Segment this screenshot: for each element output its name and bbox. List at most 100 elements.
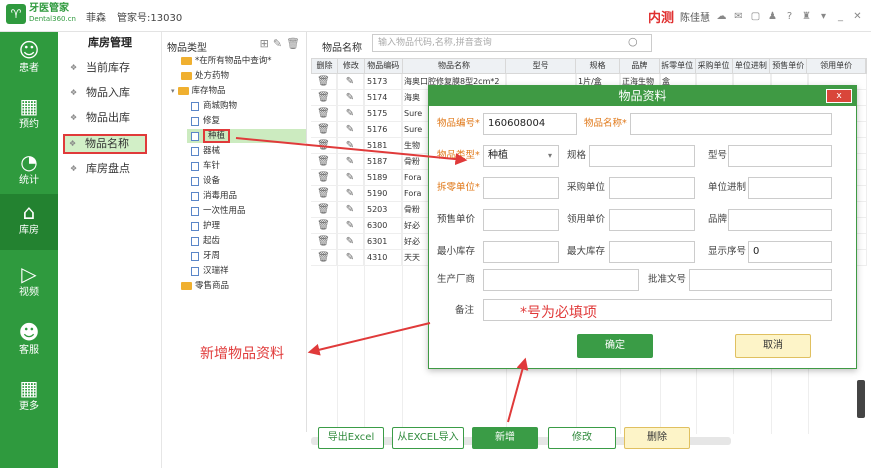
dropdown-icon[interactable]: ▾: [818, 11, 829, 22]
tree-node[interactable]: 处方药物: [181, 69, 229, 83]
tree-node[interactable]: 修复: [191, 114, 220, 128]
search-input[interactable]: 输入物品代码,名称,拼音查询: [372, 34, 652, 52]
edit-icon[interactable]: ✎: [337, 218, 364, 233]
model-input[interactable]: [728, 145, 832, 167]
delete-category-icon[interactable]: 🗑: [286, 37, 300, 50]
delete-icon[interactable]: 🗑: [311, 106, 337, 121]
nav-patients[interactable]: ☺ 患者: [0, 32, 58, 88]
edit-category-icon[interactable]: ✎: [273, 37, 282, 50]
minimize-icon[interactable]: _: [835, 11, 846, 22]
delete-icon[interactable]: 🗑: [311, 234, 337, 249]
code-input[interactable]: 160608004: [483, 113, 577, 135]
search-icon[interactable]: ○: [628, 35, 638, 48]
export-excel-button[interactable]: 导出Excel: [318, 427, 384, 449]
submenu-current-stock[interactable]: ❖ 当前库存: [66, 58, 152, 78]
col-header[interactable]: 删除: [312, 59, 338, 73]
approval-input[interactable]: [689, 269, 832, 291]
tree-node[interactable]: 一次性用品: [191, 204, 246, 218]
col-header[interactable]: 物品编码: [365, 59, 403, 73]
delete-icon[interactable]: 🗑: [311, 202, 337, 217]
nav-more[interactable]: ▦ 更多: [0, 370, 58, 426]
order-input[interactable]: 0: [748, 241, 832, 263]
type-select[interactable]: 种植 ▾: [483, 145, 559, 167]
delete-icon[interactable]: 🗑: [311, 90, 337, 105]
delete-icon[interactable]: 🗑: [311, 218, 337, 233]
brand-input[interactable]: [728, 209, 832, 231]
add-item-button[interactable]: 新增: [472, 427, 538, 449]
spec-input[interactable]: [589, 145, 695, 167]
delete-icon[interactable]: 🗑: [311, 122, 337, 137]
col-header[interactable]: 修改: [338, 59, 365, 73]
delete-item-button[interactable]: 删除: [624, 427, 690, 449]
unit-ratio-input[interactable]: [748, 177, 832, 199]
tree-node-selected[interactable]: 种植: [187, 129, 306, 143]
tree-node[interactable]: 汉瑞祥: [191, 264, 229, 278]
submenu-item-names[interactable]: ❖ 物品名称: [63, 134, 147, 154]
max-stock-input[interactable]: [609, 241, 695, 263]
edit-icon[interactable]: ✎: [337, 90, 364, 105]
nav-warehouse[interactable]: ⌂ 库房: [0, 194, 58, 250]
delete-icon[interactable]: 🗑: [311, 154, 337, 169]
tree-node[interactable]: 器械: [191, 144, 220, 158]
cancel-button[interactable]: 取消: [735, 334, 811, 358]
tree-node[interactable]: 护理: [191, 219, 220, 233]
col-header[interactable]: 单位进制: [733, 59, 771, 73]
edit-icon[interactable]: ✎: [337, 250, 364, 265]
nav-appointments[interactable]: ▦ 预约: [0, 88, 58, 144]
tree-node[interactable]: 消毒用品: [191, 189, 237, 203]
nav-support[interactable]: ☻ 客服: [0, 314, 58, 370]
delete-icon[interactable]: 🗑: [311, 186, 337, 201]
purchase-unit-input[interactable]: [609, 177, 695, 199]
help-icon[interactable]: ?: [784, 11, 795, 22]
close-icon[interactable]: ✕: [852, 11, 863, 22]
col-header[interactable]: 品牌: [620, 59, 660, 73]
col-header[interactable]: 领用单价: [807, 59, 867, 73]
submenu-stock-out[interactable]: ❖ 物品出库: [66, 108, 152, 128]
tree-node[interactable]: 牙周: [191, 249, 220, 263]
message-icon[interactable]: ✉: [733, 11, 744, 22]
col-header[interactable]: 预售单价: [770, 59, 808, 73]
delete-icon[interactable]: 🗑: [311, 250, 337, 265]
nav-statistics[interactable]: ◔ 统计: [0, 144, 58, 200]
username[interactable]: 陈佳慧: [680, 9, 710, 24]
edit-icon[interactable]: ✎: [337, 138, 364, 153]
tree-node[interactable]: 车针: [191, 159, 220, 173]
tree-node[interactable]: ▾ 库存物品: [171, 84, 226, 98]
col-header[interactable]: 型号: [506, 59, 577, 73]
chat-icon[interactable]: ☁: [716, 11, 727, 22]
submenu-inventory-check[interactable]: ❖ 库房盘点: [66, 159, 152, 179]
tree-node[interactable]: *在所有物品中查询*: [181, 54, 272, 68]
shirt-icon[interactable]: ♜: [801, 11, 812, 22]
side-scroll-handle[interactable]: [857, 380, 865, 418]
import-excel-button[interactable]: 从EXCEL导入: [392, 427, 464, 449]
edit-icon[interactable]: ✎: [337, 122, 364, 137]
bell-icon[interactable]: ♟: [767, 11, 778, 22]
delete-icon[interactable]: 🗑: [311, 138, 337, 153]
delete-icon[interactable]: 🗑: [311, 74, 337, 89]
submenu-stock-in[interactable]: ❖ 物品入库: [66, 83, 152, 103]
name-input[interactable]: [630, 113, 832, 135]
screen-icon[interactable]: ▢: [750, 11, 761, 22]
use-price-input[interactable]: [609, 209, 695, 231]
col-header[interactable]: 拆零单位: [660, 59, 696, 73]
collapse-icon[interactable]: ▾: [171, 84, 175, 98]
delete-icon[interactable]: 🗑: [311, 170, 337, 185]
edit-item-button[interactable]: 修改: [548, 427, 616, 449]
min-stock-input[interactable]: [483, 241, 559, 263]
tree-node[interactable]: 起齿: [191, 234, 220, 248]
edit-icon[interactable]: ✎: [337, 202, 364, 217]
confirm-button[interactable]: 确定: [577, 334, 653, 358]
edit-icon[interactable]: ✎: [337, 170, 364, 185]
edit-icon[interactable]: ✎: [337, 234, 364, 249]
col-header[interactable]: 采购单位: [696, 59, 733, 73]
nav-video[interactable]: ▷ 视频: [0, 256, 58, 312]
tree-node[interactable]: 设备: [191, 174, 220, 188]
sale-price-input[interactable]: [483, 209, 559, 231]
edit-icon[interactable]: ✎: [337, 106, 364, 121]
edit-icon[interactable]: ✎: [337, 74, 364, 89]
edit-icon[interactable]: ✎: [337, 186, 364, 201]
col-header[interactable]: 物品名称: [403, 59, 507, 73]
col-header[interactable]: 规格: [576, 59, 620, 73]
add-category-icon[interactable]: ⊞: [260, 37, 269, 50]
close-button[interactable]: x: [826, 89, 852, 103]
